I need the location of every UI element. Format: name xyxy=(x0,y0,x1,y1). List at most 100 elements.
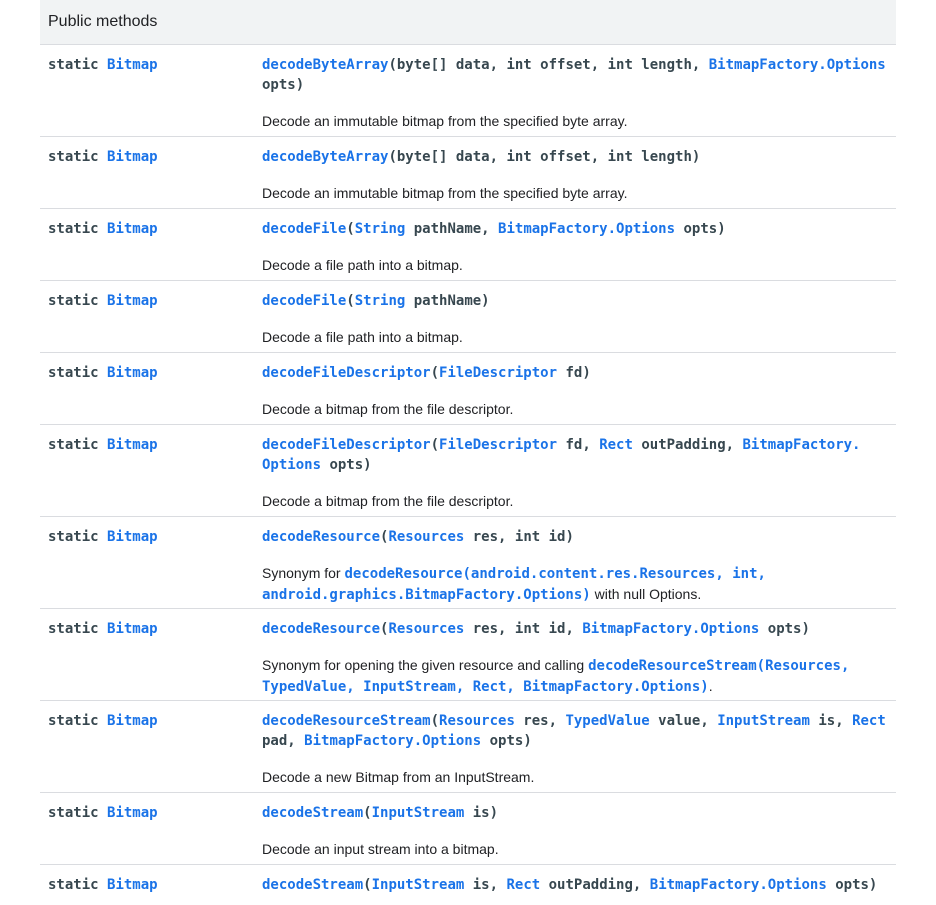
method-name-link[interactable]: decodeResource xyxy=(262,621,380,637)
method-name-link[interactable]: decodeByteArray xyxy=(262,149,388,165)
param-type-link[interactable]: BitmapFactory.Options xyxy=(304,733,481,749)
section-title: Public methods xyxy=(48,13,158,30)
method-signature: decodeResource(Resources res, int id) xyxy=(262,527,896,547)
param-type-link[interactable]: BitmapFactory.Options xyxy=(582,621,759,637)
param-text: opts) xyxy=(262,77,305,93)
param-type-link[interactable]: InputStream xyxy=(372,877,465,893)
method-name-link[interactable]: decodeStream xyxy=(262,877,363,893)
method-name-link[interactable]: decodeFile xyxy=(262,293,346,309)
method-description: Synonym for opening the given resource a… xyxy=(262,655,896,697)
param-type-link[interactable]: FileDescriptor xyxy=(439,437,557,453)
param-type-link[interactable]: Rect xyxy=(599,437,633,453)
method-description: Decode a bitmap from the file descriptor… xyxy=(262,493,514,509)
param-type-link[interactable]: Resources xyxy=(439,713,515,729)
return-type-link[interactable]: Bitmap xyxy=(107,529,158,545)
param-type-link[interactable]: Resources xyxy=(388,621,464,637)
param-text: is, xyxy=(464,877,507,893)
return-type-cell: static Bitmap xyxy=(40,609,254,700)
param-text: ( xyxy=(363,877,372,893)
table-row: static Bitmap decodeResourceStream(Resou… xyxy=(40,701,896,793)
method-description: Decode a bitmap from the file descriptor… xyxy=(262,401,514,417)
method-signature: decodeByteArray(byte[] data, int offset,… xyxy=(262,55,896,95)
param-type-link[interactable]: Rect xyxy=(506,877,540,893)
param-type-link[interactable]: BitmapFactory.Options xyxy=(709,57,886,73)
return-type-link[interactable]: Bitmap xyxy=(107,293,158,309)
method-cell: decodeResource(Resources res, int id) Sy… xyxy=(254,517,896,608)
param-text: res, int id, xyxy=(464,621,583,637)
method-name-link[interactable]: decodeResource xyxy=(262,529,380,545)
method-cell: decodeResource(Resources res, int id, Bi… xyxy=(254,609,896,700)
return-type-cell: static Bitmap xyxy=(40,209,254,280)
param-type-link[interactable]: InputStream xyxy=(717,713,810,729)
param-text: ( xyxy=(430,713,440,729)
method-cell: decodeStream(InputStream is) Decode an i… xyxy=(254,793,896,864)
method-description: Decode an immutable bitmap from the spec… xyxy=(262,185,628,201)
method-description: Decode a file path into a bitmap. xyxy=(262,329,463,345)
method-name-link[interactable]: decodeResourceStream xyxy=(262,713,431,729)
param-text: value, xyxy=(649,713,718,729)
param-text: pathName) xyxy=(405,293,490,309)
method-signature: decodeResourceStream(Resources res, Type… xyxy=(262,711,896,751)
table-row: static Bitmap decodeFileDescriptor(FileD… xyxy=(40,353,896,425)
table-row: static Bitmap decodeResource(Resources r… xyxy=(40,609,896,701)
param-text: res, int id) xyxy=(464,529,574,545)
param-text: (byte[] data, int offset, int length, xyxy=(388,57,709,73)
param-text: ( xyxy=(346,293,355,309)
static-keyword: static xyxy=(48,805,99,821)
method-signature: decodeStream(InputStream is, Rect outPad… xyxy=(262,875,896,895)
return-type-cell: static Bitmap xyxy=(40,793,254,864)
return-type-link[interactable]: Bitmap xyxy=(107,713,158,729)
return-type-link[interactable]: Bitmap xyxy=(107,57,158,73)
param-text: is) xyxy=(464,805,499,821)
return-type-link[interactable]: Bitmap xyxy=(107,877,158,893)
return-type-link[interactable]: Bitmap xyxy=(107,805,158,821)
method-name-link[interactable]: decodeFileDescriptor xyxy=(262,365,431,381)
param-type-link[interactable]: String xyxy=(355,293,406,309)
table-row: static Bitmap decodeResource(Resources r… xyxy=(40,517,896,609)
static-keyword: static xyxy=(48,57,99,73)
param-type-link[interactable]: BitmapFactory.Options xyxy=(498,221,675,237)
method-name-link[interactable]: decodeFile xyxy=(262,221,346,237)
param-type-link[interactable]: Resources xyxy=(388,529,464,545)
method-name-link[interactable]: decodeByteArray xyxy=(262,57,388,73)
static-keyword: static xyxy=(48,877,99,893)
return-type-cell: static Bitmap xyxy=(40,45,254,136)
return-type-link[interactable]: Bitmap xyxy=(107,221,158,237)
param-type-link[interactable]: String xyxy=(355,221,406,237)
static-keyword: static xyxy=(48,221,99,237)
param-text: opts) xyxy=(826,877,878,893)
param-text: fd) xyxy=(557,365,591,381)
static-keyword: static xyxy=(48,437,99,453)
param-type-link[interactable]: Rect xyxy=(852,713,886,729)
param-text: opts) xyxy=(321,457,372,473)
return-type-link[interactable]: Bitmap xyxy=(107,621,158,637)
method-name-link[interactable]: decodeStream xyxy=(262,805,363,821)
param-type-link[interactable]: TypedValue xyxy=(565,713,649,729)
param-type-link[interactable]: BitmapFactory.Options xyxy=(650,877,827,893)
description-text: . xyxy=(708,678,713,694)
return-type-cell: static Bitmap xyxy=(40,701,254,792)
method-signature: decodeResource(Resources res, int id, Bi… xyxy=(262,619,896,639)
param-text: res, xyxy=(514,713,566,729)
return-type-link[interactable]: Bitmap xyxy=(107,365,158,381)
static-keyword: static xyxy=(48,713,99,729)
method-description: Decode a new Bitmap from an InputStream. xyxy=(262,769,535,785)
method-signature: decodeFile(String pathName) xyxy=(262,291,896,311)
param-text: ( xyxy=(430,437,440,453)
static-keyword: static xyxy=(48,529,99,545)
method-description: Decode a file path into a bitmap. xyxy=(262,257,463,273)
param-type-link[interactable]: InputStream xyxy=(372,805,465,821)
description-text: Synonym for xyxy=(262,565,345,581)
method-cell: decodeByteArray(byte[] data, int offset,… xyxy=(254,137,896,208)
param-text: ( xyxy=(346,221,355,237)
table-row: static Bitmap decodeStream(InputStream i… xyxy=(40,793,896,865)
return-type-link[interactable]: Bitmap xyxy=(107,437,158,453)
method-signature: decodeStream(InputStream is) xyxy=(262,803,896,823)
return-type-link[interactable]: Bitmap xyxy=(107,149,158,165)
method-cell: decodeResourceStream(Resources res, Type… xyxy=(254,701,896,792)
param-type-link[interactable]: FileDescriptor xyxy=(439,365,557,381)
method-name-link[interactable]: decodeFileDescriptor xyxy=(262,437,431,453)
table-row: static Bitmap decodeStream(InputStream i… xyxy=(40,865,896,905)
method-description: Decode an input stream into a bitmap. xyxy=(262,841,499,857)
param-text: pad, xyxy=(262,733,296,749)
